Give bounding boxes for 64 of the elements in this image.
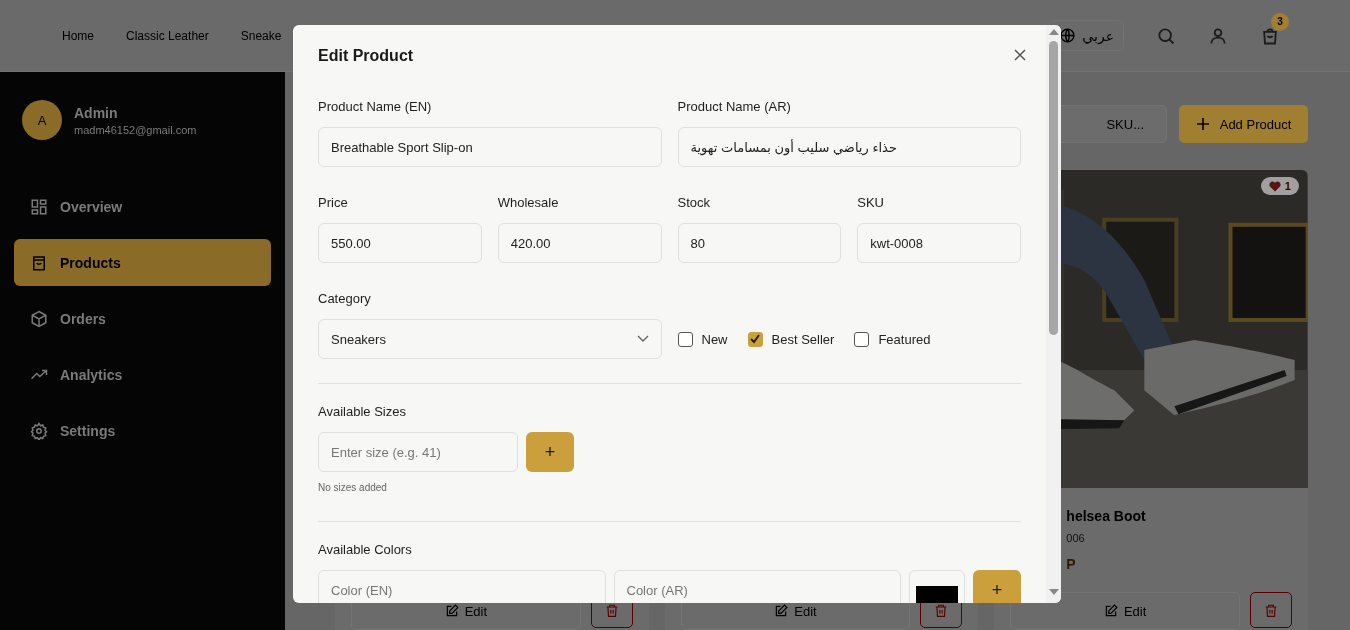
product-name: helsea Boot [1065, 508, 1147, 526]
nav-link[interactable]: Sneake [240, 28, 282, 43]
shopping-bag-icon[interactable] [1260, 25, 1280, 46]
add-size-button[interactable]: + [526, 432, 574, 472]
checkbox-label: Best Seller [771, 331, 835, 347]
user-email: madm46152@gmail.com [74, 123, 197, 136]
plus-icon [1195, 117, 1210, 131]
checkbox-label: New [701, 331, 728, 347]
search-icon[interactable] [1156, 25, 1176, 46]
nav-link[interactable]: Home [62, 28, 94, 43]
scrollbar[interactable] [1046, 25, 1061, 603]
section-label: Available Colors [318, 542, 412, 558]
input-field[interactable]: kwt-0008 [857, 223, 1021, 263]
dialog-title: Edit Product [318, 47, 414, 65]
shopping-bag-icon [30, 253, 48, 272]
checkbox[interactable] [747, 331, 763, 347]
close-icon[interactable] [1014, 48, 1026, 61]
add-color-button[interactable]: + [973, 570, 1021, 603]
sidebar-item[interactable]: Overview [14, 183, 271, 230]
size-input-field[interactable]: Enter size (e.g. 41) [318, 432, 518, 472]
product-sku: 006 [1065, 532, 1086, 546]
field-label: Stock [677, 195, 710, 211]
product-price: P [1065, 556, 1077, 574]
likes-badge: 1 [1260, 177, 1299, 195]
trash-icon [604, 602, 619, 618]
checkbox[interactable] [677, 331, 693, 347]
category-dropdown[interactable]: Sneakers [318, 319, 662, 359]
color-name-field[interactable]: Color (AR) [613, 570, 901, 603]
trash-icon [1264, 602, 1278, 618]
color-name-field[interactable]: Color (EN) [318, 570, 606, 603]
settings-icon [30, 421, 48, 440]
pencil-icon [1103, 604, 1118, 618]
field-label: SKU [857, 195, 884, 211]
nav-link[interactable]: Classic Leather [126, 28, 209, 43]
field-label: Price [318, 195, 348, 211]
input-field[interactable]: 550.00 [318, 223, 482, 263]
trash-icon [934, 602, 949, 618]
user-name: Admin [74, 104, 119, 121]
field-label: Wholesale [497, 195, 559, 211]
field-label: Category [318, 291, 371, 307]
checkbox[interactable] [854, 331, 870, 347]
input-field[interactable]: Breathable Sport Slip-on [318, 127, 662, 167]
input-field[interactable]: حذاء رياضي سليب أون بمسامات تهوية [677, 127, 1021, 167]
color-picker[interactable] [909, 570, 965, 603]
grid-icon [30, 197, 48, 216]
sidebar-item[interactable]: Analytics [14, 351, 271, 398]
avatar: A [22, 100, 62, 140]
input-field[interactable]: 420.00 [497, 223, 662, 263]
chevron-down-icon [636, 335, 649, 343]
section-label: Available Sizes [318, 404, 406, 420]
empty-sizes-note: No sizes added [318, 482, 387, 493]
cart-count-badge: 3 [1271, 12, 1289, 31]
pencil-icon [444, 604, 459, 618]
checkbox-label: Featured [878, 331, 931, 347]
field-label: Product Name (EN) [318, 99, 432, 115]
add-product-button[interactable]: Add Product [1179, 105, 1308, 143]
sidebar-item[interactable]: Orders [14, 295, 271, 342]
sidebar-item[interactable]: Settings [14, 407, 271, 454]
cube-icon [30, 309, 48, 328]
globe-icon [1059, 27, 1077, 44]
sidebar-item[interactable]: Products [14, 239, 271, 286]
input-field[interactable]: 80 [677, 223, 842, 263]
pencil-icon [774, 604, 789, 618]
field-label: Product Name (AR) [677, 99, 791, 115]
